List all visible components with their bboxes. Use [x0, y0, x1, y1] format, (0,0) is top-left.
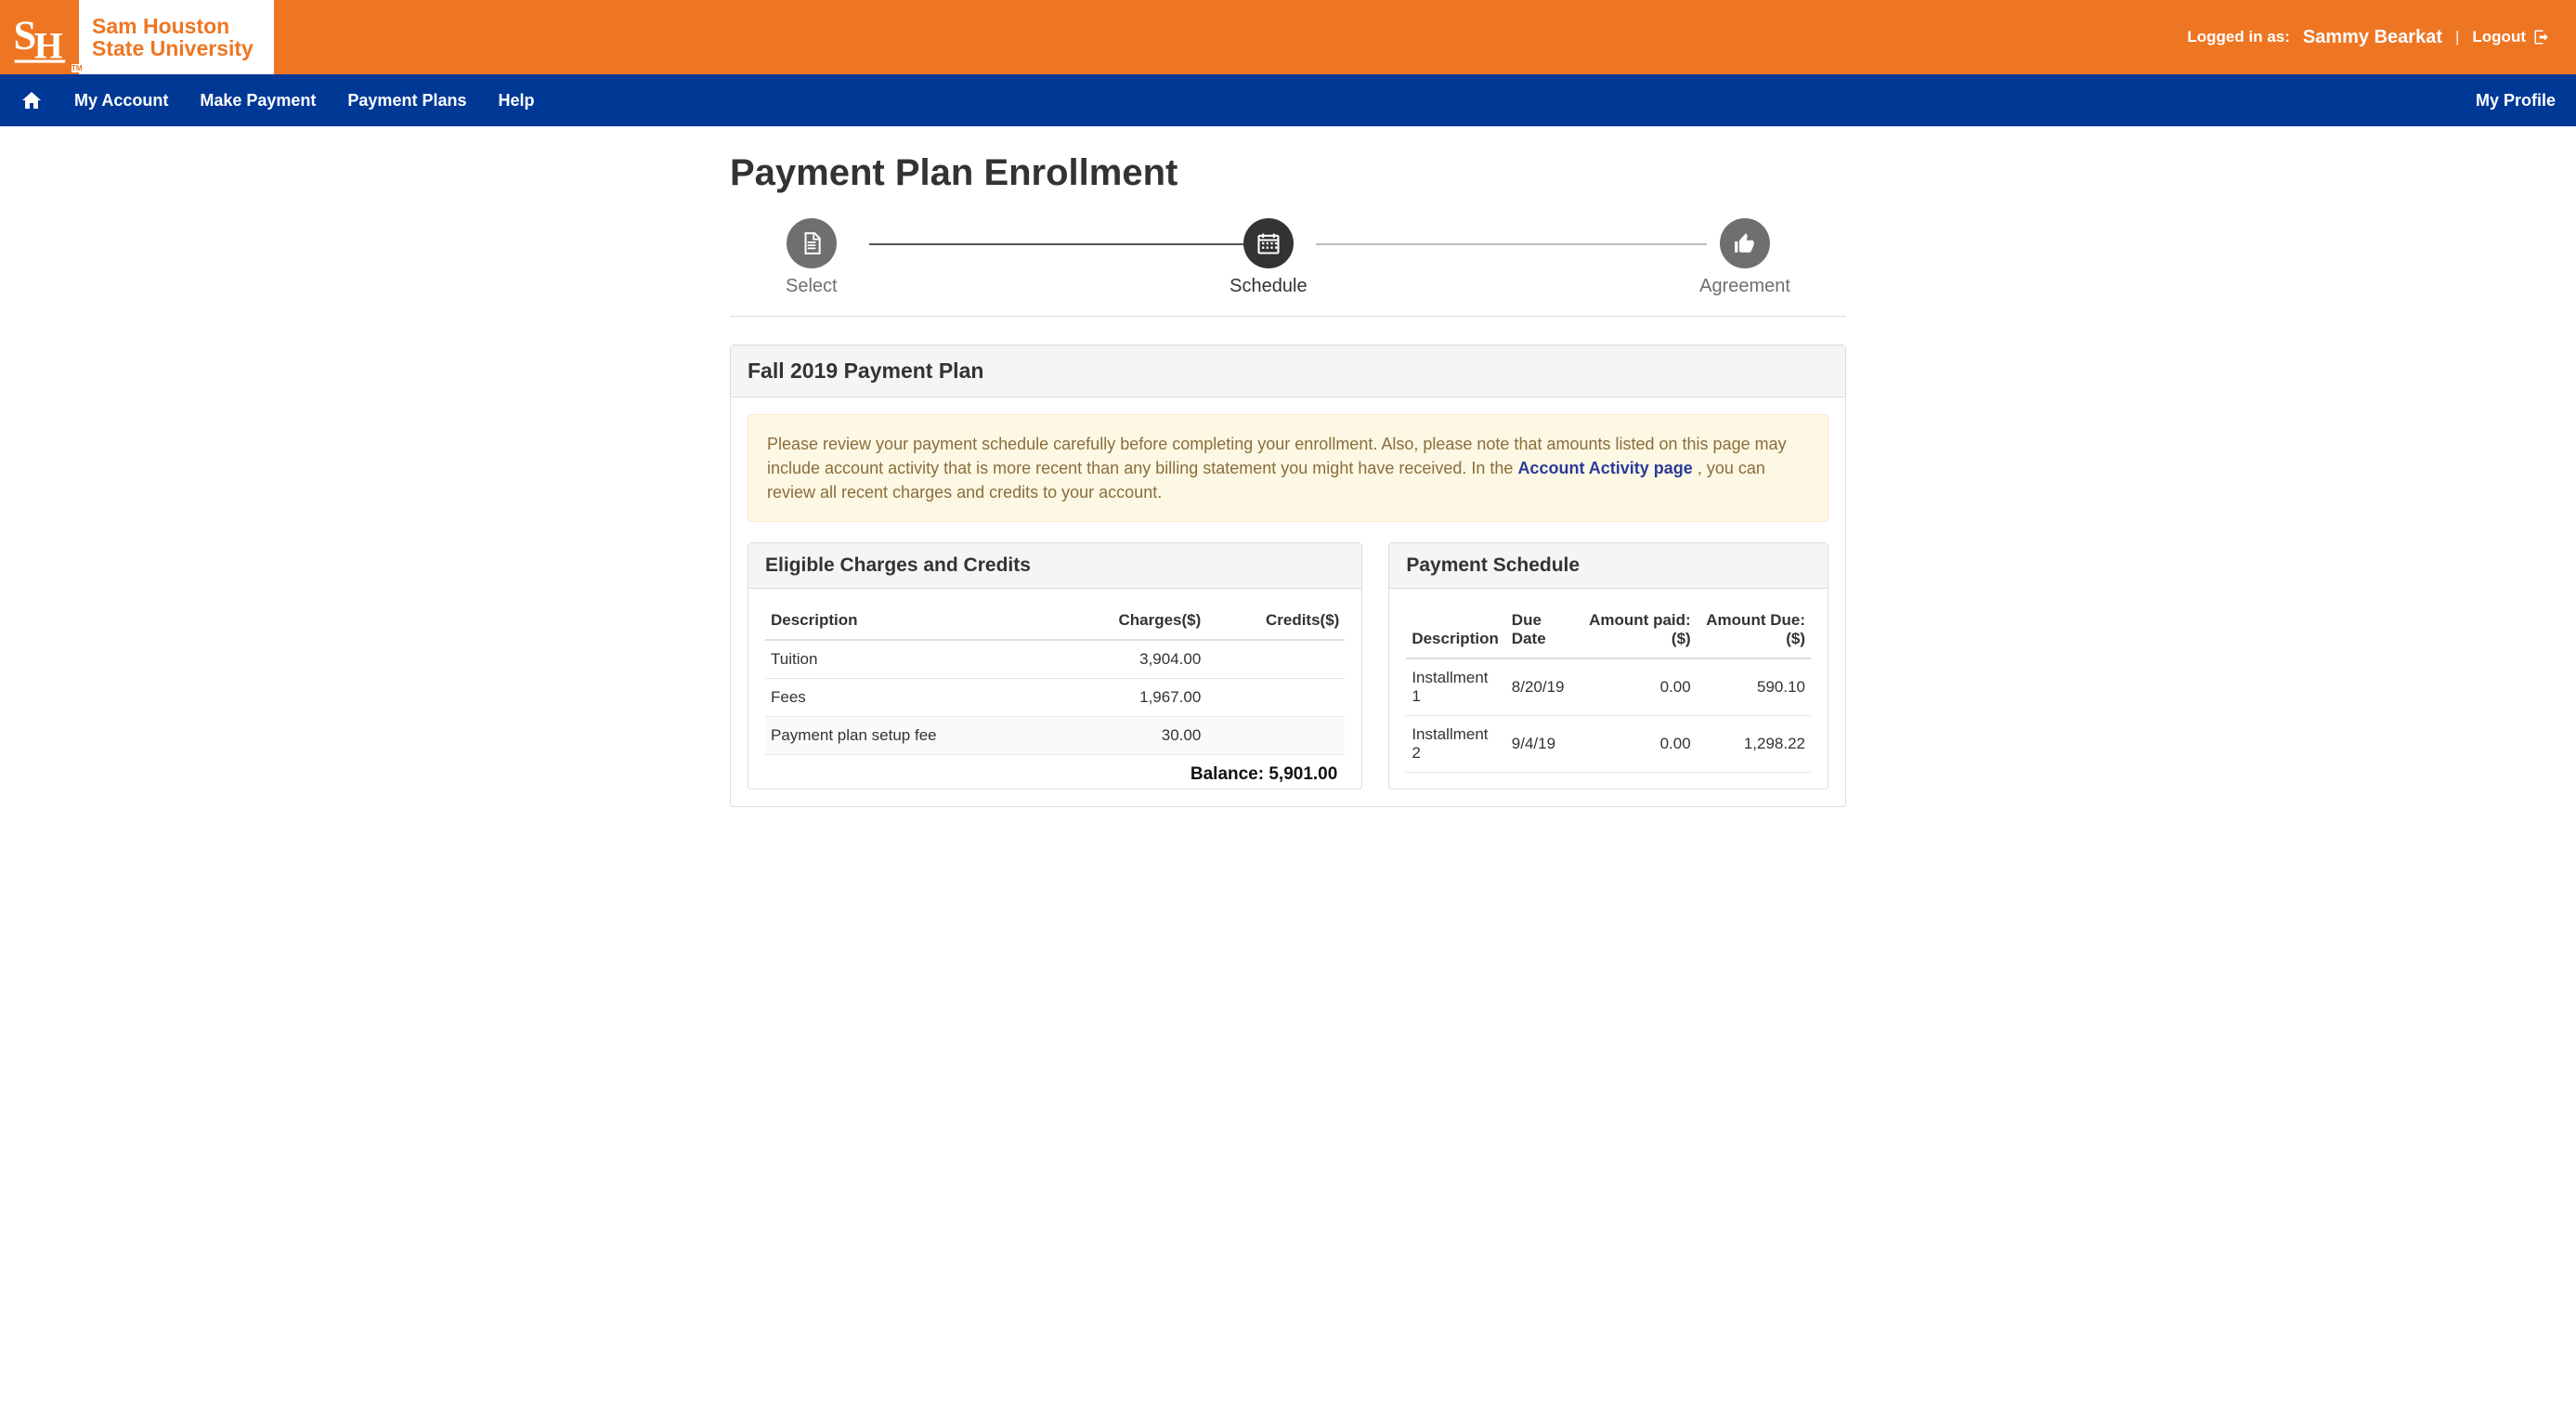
- site-header: S H TM Sam Houston State University Logg…: [0, 0, 2576, 74]
- schedule-body: Description Due Date Amount paid: ($) Am…: [1389, 589, 1828, 776]
- review-alert: Please review your payment schedule care…: [748, 414, 1828, 522]
- step-select-label: Select: [786, 276, 838, 297]
- balance-row: Balance: 5,901.00: [765, 755, 1345, 785]
- nav-help[interactable]: Help: [498, 91, 534, 111]
- stepper-connector-2: [1316, 243, 1707, 245]
- sh-logo-icon: S H: [11, 8, 69, 66]
- logout-icon: [2533, 29, 2550, 46]
- step-agreement[interactable]: Agreement: [1699, 218, 1790, 297]
- cell-amount: 1,298.22: [1697, 716, 1811, 773]
- account-activity-link[interactable]: Account Activity page: [1517, 459, 1692, 477]
- cell-desc: Installment 2: [1406, 716, 1505, 773]
- step-schedule-circle: [1243, 218, 1294, 268]
- table-row: Installment 2 9/4/19 0.00 1,298.22: [1406, 716, 1811, 773]
- step-schedule[interactable]: Schedule: [1229, 218, 1307, 297]
- schedule-col-paid: Amount paid: ($): [1581, 602, 1697, 658]
- plan-panel-body: Please review your payment schedule care…: [731, 398, 1845, 806]
- main-content: Payment Plan Enrollment Select: [717, 126, 1859, 807]
- cell-paid: 0.00: [1581, 716, 1697, 773]
- logged-in-label: Logged in as:: [2187, 28, 2290, 46]
- balance-label: Balance:: [1190, 764, 1264, 784]
- nav-payment-plans[interactable]: Payment Plans: [347, 91, 466, 111]
- cell-desc: Fees: [765, 679, 1054, 717]
- brand-wordmark: TM Sam Houston State University: [79, 0, 274, 74]
- step-agreement-label: Agreement: [1699, 276, 1790, 297]
- cell-desc: Tuition: [765, 640, 1054, 679]
- step-select[interactable]: Select: [786, 218, 838, 297]
- cell-credits: [1206, 717, 1345, 755]
- user-name[interactable]: Sammy Bearkat: [2303, 27, 2442, 48]
- schedule-title: Payment Schedule: [1389, 543, 1828, 589]
- thumbs-up-icon: [1733, 231, 1757, 255]
- brand-line-1: Sam Houston: [92, 15, 274, 37]
- home-icon: [20, 89, 43, 111]
- nav-my-profile[interactable]: My Profile: [2476, 91, 2556, 111]
- enrollment-stepper: Select Schedule: [730, 218, 1846, 317]
- logout-label: Logout: [2472, 28, 2526, 46]
- brand-line-2: State University: [92, 37, 274, 59]
- cell-due: 9/4/19: [1506, 716, 1581, 773]
- nav-home[interactable]: [20, 89, 43, 111]
- eligible-panel: Eligible Charges and Credits Description…: [748, 542, 1362, 789]
- plan-panel: Fall 2019 Payment Plan Please review you…: [730, 345, 1846, 807]
- svg-text:S: S: [13, 11, 36, 58]
- schedule-col-due: Due Date: [1506, 602, 1581, 658]
- cell-credits: [1206, 640, 1345, 679]
- step-agreement-circle: [1720, 218, 1770, 268]
- svg-text:H: H: [33, 25, 62, 66]
- table-row: Tuition 3,904.00: [765, 640, 1345, 679]
- brand-mark: S H: [0, 0, 79, 74]
- schedule-table: Description Due Date Amount paid: ($) Am…: [1406, 602, 1811, 773]
- table-row: Fees 1,967.00: [765, 679, 1345, 717]
- cell-desc: Payment plan setup fee: [765, 717, 1054, 755]
- document-icon: [800, 231, 824, 255]
- eligible-table: Description Charges($) Credits($) Tuitio…: [765, 602, 1345, 755]
- step-select-circle: [787, 218, 837, 268]
- plan-columns: Eligible Charges and Credits Description…: [748, 542, 1828, 789]
- cell-charges: 1,967.00: [1054, 679, 1206, 717]
- brand-block: S H TM Sam Houston State University: [0, 0, 274, 74]
- schedule-panel: Payment Schedule Description Due Date Am…: [1388, 542, 1828, 789]
- table-row: Payment plan setup fee 30.00: [765, 717, 1345, 755]
- cell-charges: 30.00: [1054, 717, 1206, 755]
- calendar-icon: [1255, 230, 1281, 256]
- separator: |: [2455, 28, 2459, 46]
- eligible-col-desc: Description: [765, 602, 1054, 640]
- cell-charges: 3,904.00: [1054, 640, 1206, 679]
- logout-link[interactable]: Logout: [2472, 28, 2550, 46]
- eligible-col-charges: Charges($): [1054, 602, 1206, 640]
- header-user-area: Logged in as: Sammy Bearkat | Logout: [2187, 0, 2576, 74]
- step-schedule-label: Schedule: [1229, 276, 1307, 297]
- trademark-icon: TM: [72, 64, 83, 72]
- cell-credits: [1206, 679, 1345, 717]
- cell-due: 8/20/19: [1506, 658, 1581, 716]
- eligible-col-credits: Credits($): [1206, 602, 1345, 640]
- stepper-connector-1: [869, 243, 1260, 245]
- cell-desc: Installment 1: [1406, 658, 1505, 716]
- main-nav: My Account Make Payment Payment Plans He…: [0, 74, 2576, 126]
- eligible-body: Description Charges($) Credits($) Tuitio…: [748, 589, 1361, 789]
- plan-panel-title: Fall 2019 Payment Plan: [731, 345, 1845, 398]
- schedule-col-desc: Description: [1406, 602, 1505, 658]
- table-row: Installment 1 8/20/19 0.00 590.10: [1406, 658, 1811, 716]
- eligible-title: Eligible Charges and Credits: [748, 543, 1361, 589]
- schedule-col-amount: Amount Due: ($): [1697, 602, 1811, 658]
- cell-paid: 0.00: [1581, 658, 1697, 716]
- balance-value: 5,901.00: [1268, 764, 1337, 784]
- cell-amount: 590.10: [1697, 658, 1811, 716]
- page-title: Payment Plan Enrollment: [730, 152, 1846, 194]
- nav-make-payment[interactable]: Make Payment: [200, 91, 316, 111]
- nav-my-account[interactable]: My Account: [74, 91, 168, 111]
